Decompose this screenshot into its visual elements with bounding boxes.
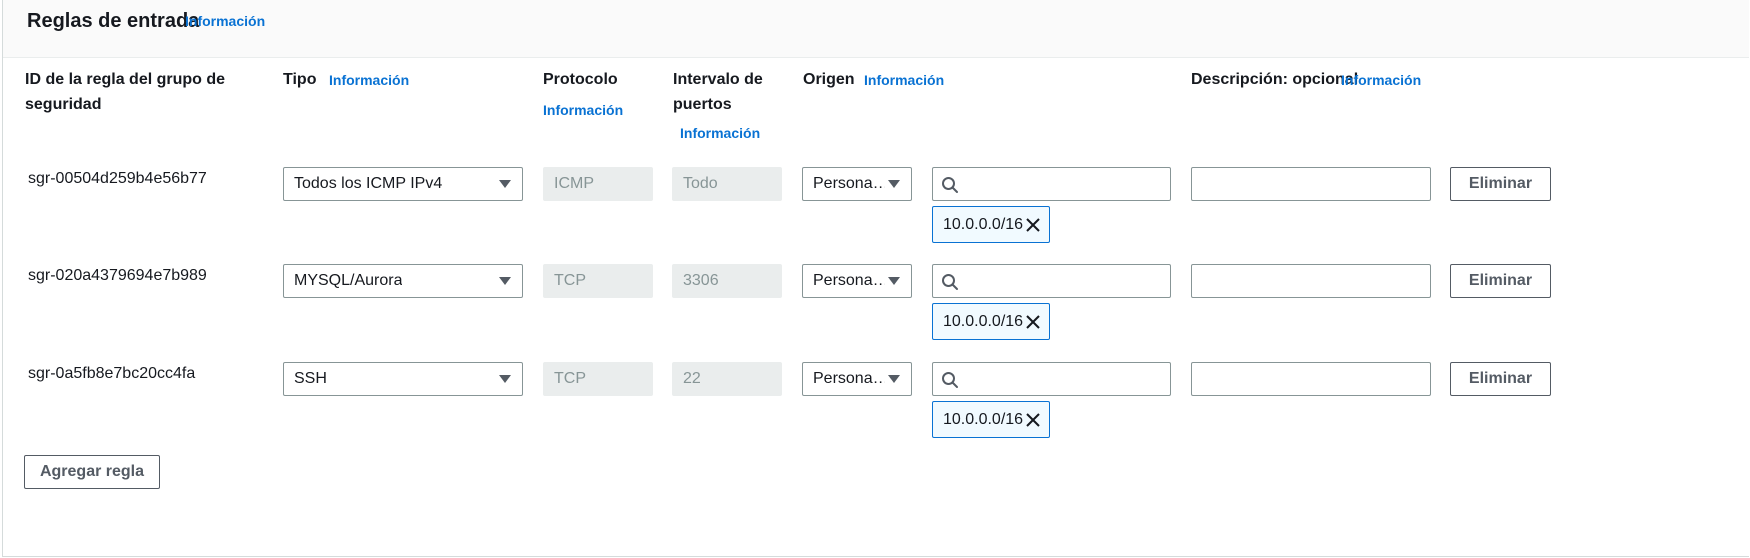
column-header-source: Origen [803, 71, 855, 88]
source-search-input[interactable] [932, 264, 1171, 298]
source-type-value: Persona… [813, 272, 885, 289]
column-header-protocol: Protocolo [543, 71, 618, 88]
add-rule-button[interactable]: Agregar regla [24, 455, 160, 489]
source-type-select[interactable]: Persona… [802, 264, 912, 298]
source-type-select[interactable]: Persona… [802, 362, 912, 396]
column-header-description-info-link[interactable]: Información [1341, 72, 1421, 88]
caret-down-icon [499, 180, 511, 188]
panel-title: Reglas de entrada [27, 10, 200, 32]
type-select-value: MYSQL/Aurora [294, 272, 403, 289]
port-range-value: Todo [683, 175, 718, 192]
port-range-value: 3306 [683, 272, 719, 289]
panel-header: Reglas de entrada Información [3, 0, 1749, 58]
source-token: 10.0.0.0/16 [932, 206, 1050, 243]
caret-down-icon [888, 180, 900, 188]
search-icon [942, 274, 958, 290]
column-header-port-range: Intervalo de puertos [673, 67, 763, 117]
type-select[interactable]: MYSQL/Aurora [283, 264, 523, 298]
search-icon [942, 177, 958, 193]
source-search-input[interactable] [932, 362, 1171, 396]
source-token-label: 10.0.0.0/16 [943, 313, 1024, 330]
description-input[interactable] [1191, 362, 1431, 396]
protocol-value: TCP [554, 272, 586, 289]
close-icon[interactable] [1024, 411, 1042, 429]
protocol-field: TCP [543, 362, 653, 396]
protocol-field: TCP [543, 264, 653, 298]
protocol-value: TCP [554, 370, 586, 387]
description-input[interactable] [1191, 264, 1431, 298]
source-token-label: 10.0.0.0/16 [943, 216, 1024, 233]
caret-down-icon [499, 375, 511, 383]
delete-rule-button[interactable]: Eliminar [1450, 362, 1551, 396]
type-select-value: Todos los ICMP IPv4 [294, 175, 443, 192]
description-input[interactable] [1191, 167, 1431, 201]
rule-id: sgr-00504d259b4e56b77 [28, 170, 207, 187]
column-header-rule-id-line1: ID de la regla del grupo de [25, 71, 226, 88]
caret-down-icon [888, 375, 900, 383]
port-range-value: 22 [683, 370, 701, 387]
protocol-value: ICMP [554, 175, 594, 192]
column-header-port-range-line1: Intervalo de [673, 71, 763, 88]
source-token-label: 10.0.0.0/16 [943, 411, 1024, 428]
port-range-field: 22 [672, 362, 782, 396]
search-icon [942, 372, 958, 388]
panel-title-info-link[interactable]: Información [185, 13, 265, 29]
delete-rule-button[interactable]: Eliminar [1450, 264, 1551, 298]
port-range-field: 3306 [672, 264, 782, 298]
column-header-type-info-link[interactable]: Información [329, 72, 409, 88]
protocol-field: ICMP [543, 167, 653, 201]
column-header-port-range-line2: puertos [673, 96, 732, 113]
caret-down-icon [888, 277, 900, 285]
source-token: 10.0.0.0/16 [932, 303, 1050, 340]
source-type-select[interactable]: Persona… [802, 167, 912, 201]
column-header-description: Descripción: opcional [1191, 71, 1359, 88]
column-header-type: Tipo [283, 71, 317, 88]
port-range-field: Todo [672, 167, 782, 201]
type-select-value: SSH [294, 370, 327, 387]
source-token: 10.0.0.0/16 [932, 401, 1050, 438]
type-select[interactable]: SSH [283, 362, 523, 396]
column-header-source-info-link[interactable]: Información [864, 72, 944, 88]
column-header-protocol-info-link[interactable]: Información [543, 102, 623, 118]
source-type-value: Persona… [813, 370, 885, 387]
source-search-input[interactable] [932, 167, 1171, 201]
delete-rule-button[interactable]: Eliminar [1450, 167, 1551, 201]
rule-id: sgr-0a5fb8e7bc20cc4fa [28, 365, 196, 382]
column-header-rule-id: ID de la regla del grupo de seguridad [25, 67, 245, 117]
close-icon[interactable] [1024, 216, 1042, 234]
close-icon[interactable] [1024, 313, 1042, 331]
column-header-port-range-info-link[interactable]: Información [680, 125, 760, 141]
source-type-value: Persona… [813, 175, 885, 192]
rule-id: sgr-020a4379694e7b989 [28, 267, 207, 284]
inbound-rules-panel: Reglas de entrada Información ID de la r… [2, 0, 1749, 557]
column-header-rule-id-line2: seguridad [25, 96, 102, 113]
type-select[interactable]: Todos los ICMP IPv4 [283, 167, 523, 201]
caret-down-icon [499, 277, 511, 285]
